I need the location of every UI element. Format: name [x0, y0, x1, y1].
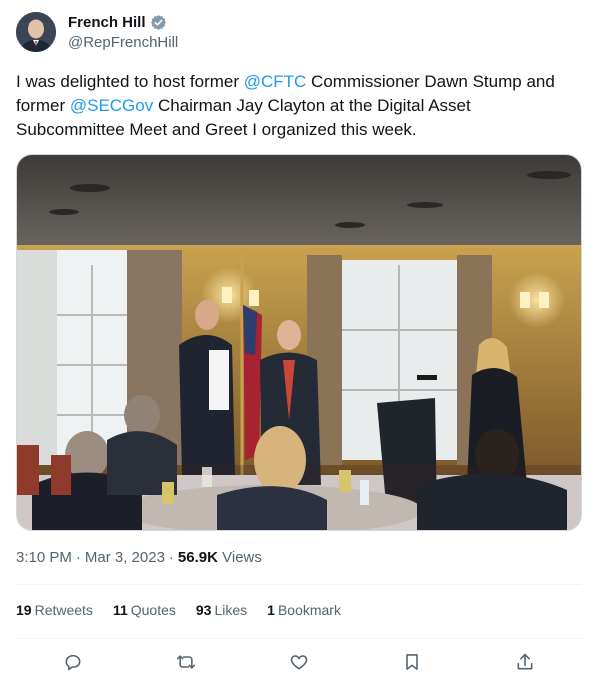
tweet-header: French Hill @RepFrenchHill	[16, 12, 582, 52]
quotes-count: 11	[112, 602, 128, 618]
author-name-row: French Hill	[68, 14, 167, 31]
likes-label: Likes	[214, 602, 248, 618]
like-button[interactable]	[288, 651, 310, 673]
retweet-button[interactable]	[175, 651, 197, 673]
bookmark-button[interactable]	[401, 651, 423, 673]
divider	[16, 584, 582, 585]
bookmark-icon	[406, 654, 418, 670]
quotes-label: Quotes	[130, 602, 176, 618]
tweet-text-part: I was delighted to host former	[16, 72, 244, 91]
retweets-stat[interactable]: 19 Retweets	[16, 602, 93, 618]
action-bar	[16, 648, 582, 676]
retweets-label: Retweets	[34, 602, 93, 618]
retweet-icon	[176, 655, 196, 669]
meta-separator: ·	[168, 549, 174, 566]
author-handle[interactable]: @RepFrenchHill	[68, 34, 178, 51]
views-count: 56.9K	[177, 549, 218, 566]
bookmarks-label: Bookmark	[277, 602, 341, 618]
reply-button[interactable]	[62, 651, 84, 673]
tweet-date[interactable]: Mar 3, 2023	[85, 549, 165, 566]
avatar[interactable]	[16, 12, 56, 52]
quotes-stat[interactable]: 11 Quotes	[113, 602, 176, 618]
likes-stat[interactable]: 93 Likes	[196, 602, 247, 618]
tweet-photo[interactable]	[16, 154, 582, 531]
mention-link-cftc[interactable]: @CFTC	[244, 72, 307, 91]
meta-separator: ·	[75, 549, 81, 566]
divider	[16, 638, 582, 639]
bookmarks-count: 1	[267, 602, 275, 618]
retweets-count: 19	[16, 602, 32, 618]
tweet-meta: 3:10 PM · Mar 3, 2023 · 56.9K Views	[16, 549, 262, 566]
bookmarks-stat[interactable]: 1 Bookmark	[267, 602, 341, 618]
heart-icon	[290, 655, 308, 670]
mention-link-secgov[interactable]: @SECGov	[70, 96, 153, 115]
views-stat: 56.9K Views	[178, 549, 262, 566]
views-label: Views	[222, 549, 262, 566]
reply-icon	[65, 654, 81, 671]
likes-count: 93	[195, 602, 212, 618]
author-name[interactable]: French Hill	[68, 14, 146, 31]
tweet-text: I was delighted to host former @CFTC Com…	[16, 70, 582, 142]
tweet-time[interactable]: 3:10 PM	[16, 549, 72, 566]
share-icon	[517, 653, 533, 670]
share-button[interactable]	[514, 651, 536, 673]
verified-badge-icon	[150, 14, 167, 31]
engagement-stats: 19 Retweets 11 Quotes 93 Likes 1 Bookmark	[16, 602, 341, 618]
